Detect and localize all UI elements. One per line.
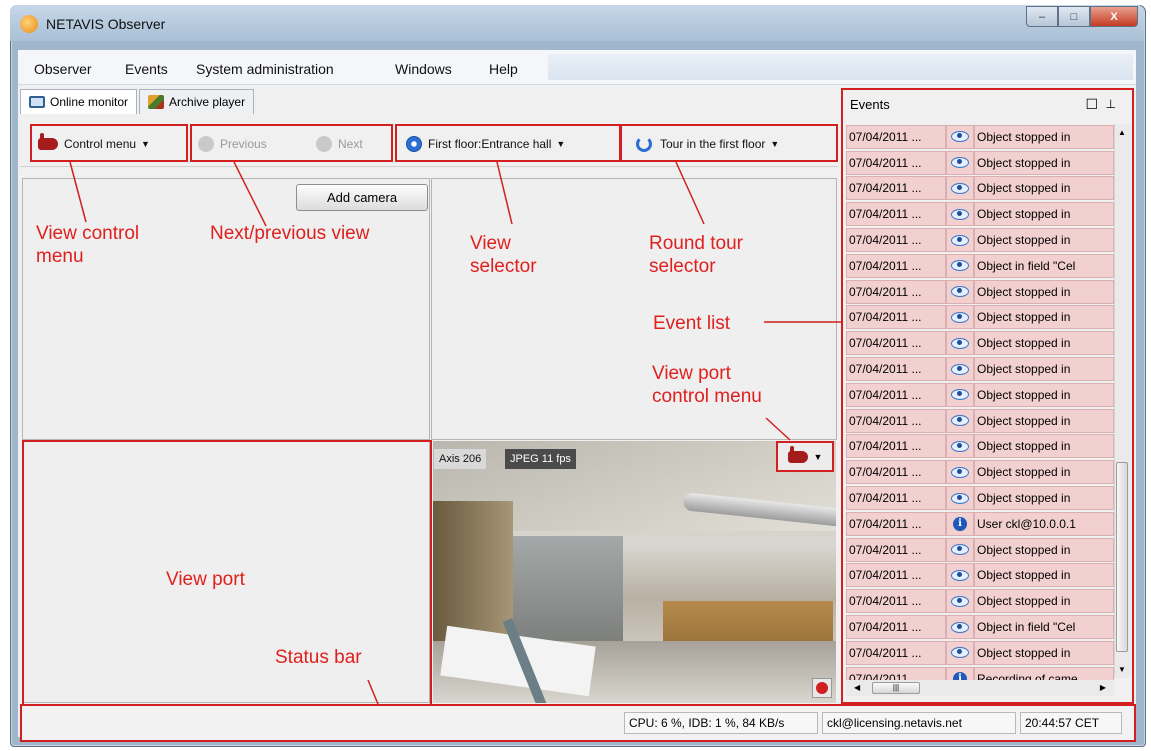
annotation-view-port-control-line2: control menu <box>652 386 762 407</box>
annotation-view-control-line1: View control <box>36 223 140 244</box>
annotation-status-bar: Status bar <box>275 647 362 668</box>
annotation-view-selector: View selector <box>470 232 537 278</box>
annotation-round-tour-line1: Round tour <box>649 233 744 254</box>
annotation-view-selector-line2: selector <box>470 256 537 277</box>
annotation-next-previous: Next/previous view <box>210 223 370 244</box>
annotation-view-control-menu: View control menu <box>36 222 139 268</box>
annotation-event-list: Event list <box>653 313 731 334</box>
annotation-view-port-control-line1: View port <box>652 363 731 384</box>
annotation-view-port-control: View port control menu <box>652 362 762 408</box>
annotation-round-tour: Round tour selector <box>649 232 743 278</box>
annotation-view-selector-line1: View <box>470 233 511 254</box>
annotation-view-port: View port <box>166 569 245 590</box>
annotation-leader-lines <box>69 161 842 705</box>
annotation-round-tour-line2: selector <box>649 256 716 277</box>
annotation-view-control-line2: menu <box>36 246 84 267</box>
